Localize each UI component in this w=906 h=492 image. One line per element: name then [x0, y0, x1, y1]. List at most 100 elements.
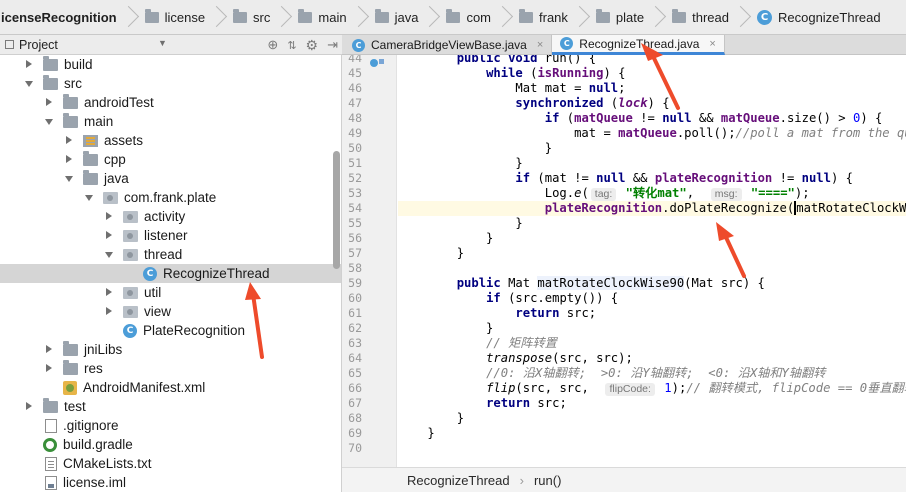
collapsed-arrow-icon[interactable] [44, 97, 54, 108]
code-line[interactable]: } [398, 156, 906, 171]
breadcrumb-item[interactable]: com [442, 0, 515, 34]
code-line[interactable]: if (src.empty()) { [398, 291, 906, 306]
code-line[interactable] [398, 441, 906, 456]
collapsed-arrow-icon[interactable] [44, 344, 54, 355]
code-editor[interactable]: public void run() { while (isRunning) { … [398, 55, 906, 467]
code-line[interactable]: //0: 沿X轴翻转; >0: 沿Y轴翻转; <0: 沿X轴和Y轴翻转 [398, 366, 906, 381]
code-line[interactable]: } [398, 246, 906, 261]
code-line[interactable]: public void run() { [398, 55, 906, 66]
tree-item-cmakelists-txt[interactable]: CMakeLists.txt [0, 454, 341, 473]
collapsed-arrow-icon[interactable] [24, 401, 34, 412]
code-line[interactable]: public Mat matRotateClockWise90(Mat src)… [398, 276, 906, 291]
code-line[interactable]: } [398, 321, 906, 336]
breadcrumb-item[interactable]: plate [592, 0, 668, 34]
close-tab-icon[interactable]: × [537, 39, 543, 51]
expanded-arrow-icon[interactable] [104, 250, 114, 260]
tree-item-build-gradle[interactable]: build.gradle [0, 435, 341, 454]
tree-item-recognizethread[interactable]: C RecognizeThread [0, 264, 341, 283]
tree-item-listener[interactable]: listener [0, 226, 341, 245]
code-line[interactable]: Mat mat = null; [398, 81, 906, 96]
expanded-arrow-icon[interactable] [84, 193, 94, 203]
tree-item-androidmanifest-xml[interactable]: AndroidManifest.xml [0, 378, 341, 397]
line-number: 54 [348, 201, 362, 215]
collapsed-arrow-icon[interactable] [104, 306, 114, 317]
code-line[interactable]: plateRecognition.doPlateRecognize(matRot… [398, 201, 906, 216]
code-line[interactable]: if (mat != null && plateRecognition != n… [398, 171, 906, 186]
status-method-name[interactable]: run() [534, 473, 561, 488]
code-line[interactable]: transpose(src, src); [398, 351, 906, 366]
collapsed-arrow-icon[interactable] [64, 154, 74, 165]
project-view-icon[interactable] [5, 40, 14, 49]
tree-item-build[interactable]: build [0, 55, 341, 74]
code-line[interactable]: } [398, 426, 906, 441]
tree-item-thread[interactable]: thread [0, 245, 341, 264]
folder-icon [374, 8, 389, 23]
tree-item-jnilibs[interactable]: jniLibs [0, 340, 341, 359]
breadcrumb-item[interactable]: icenseRecognition [0, 0, 141, 34]
tree-item-gitignore[interactable]: .gitignore [0, 416, 341, 435]
breadcrumb-item[interactable]: C RecognizeThread [753, 0, 887, 34]
gear-icon[interactable]: ⚙ [306, 37, 319, 54]
tree-item-platerecognition[interactable]: C PlateRecognition [0, 321, 341, 340]
package-icon [123, 229, 138, 242]
code-line[interactable] [398, 261, 906, 276]
collapsed-arrow-icon[interactable] [44, 363, 54, 374]
close-tab-icon[interactable]: × [709, 38, 715, 50]
tree-item-main[interactable]: main [0, 112, 341, 131]
code-line[interactable]: return src; [398, 396, 906, 411]
line-number: 62 [348, 321, 362, 335]
tree-scrollbar[interactable] [333, 151, 340, 269]
code-line[interactable]: } [398, 231, 906, 246]
folder-icon [63, 340, 78, 356]
tree-item-androidtest[interactable]: androidTest [0, 93, 341, 112]
line-number: 69 [348, 426, 362, 440]
locate-icon[interactable]: ⊕ [267, 37, 278, 53]
collapsed-arrow-icon[interactable] [104, 287, 114, 298]
tree-item-com-frank-plate[interactable]: com.frank.plate [0, 188, 341, 207]
tree-item-src[interactable]: src [0, 74, 341, 93]
breadcrumb-item[interactable]: frank [515, 0, 592, 34]
minimize-icon[interactable]: ⇥ [327, 37, 338, 53]
breadcrumb-item[interactable]: main [294, 0, 370, 34]
tree-item-assets[interactable]: assets [0, 131, 341, 150]
collapsed-arrow-icon[interactable] [24, 59, 34, 70]
collapsed-arrow-icon[interactable] [64, 135, 74, 146]
code-line[interactable]: } [398, 216, 906, 231]
code-line[interactable]: flip(src, src, flipCode: 1);// 翻转模式, fli… [398, 381, 906, 396]
code-line[interactable]: mat = matQueue.poll();//poll a mat from … [398, 126, 906, 141]
tree-item-test[interactable]: test [0, 397, 341, 416]
status-class-name[interactable]: RecognizeThread [407, 473, 510, 488]
tree-item-res[interactable]: res [0, 359, 341, 378]
breadcrumb-item[interactable]: thread [668, 0, 753, 34]
text-file-icon [45, 456, 57, 471]
tree-item-label: activity [144, 209, 186, 224]
breadcrumb-item[interactable]: license [141, 0, 229, 34]
chevron-down-icon[interactable]: ▼ [158, 38, 167, 48]
editor-tab[interactable]: C RecognizeThread.java × [552, 35, 725, 55]
code-line[interactable]: synchronized (lock) { [398, 96, 906, 111]
code-line[interactable]: Log.e(tag: "转化mat", msg: "===="); [398, 186, 906, 201]
tree-item-activity[interactable]: activity [0, 207, 341, 226]
code-line[interactable]: return src; [398, 306, 906, 321]
expanded-arrow-icon[interactable] [64, 174, 74, 184]
expanded-arrow-icon[interactable] [24, 79, 34, 89]
collapse-all-icon[interactable]: ⇅ [287, 39, 296, 52]
tree-item-view[interactable]: view [0, 302, 341, 321]
code-line[interactable]: if (matQueue != null && matQueue.size() … [398, 111, 906, 126]
collapsed-arrow-icon[interactable] [104, 230, 114, 241]
code-line[interactable]: // 矩阵转置 [398, 336, 906, 351]
code-line[interactable]: } [398, 411, 906, 426]
expanded-arrow-icon[interactable] [44, 117, 54, 127]
override-marker-icon[interactable] [370, 59, 378, 67]
editor-tab[interactable]: C CameraBridgeViewBase.java × [342, 35, 553, 55]
tree-item-license-iml[interactable]: license.iml [0, 473, 341, 492]
breadcrumb-item[interactable]: java [371, 0, 443, 34]
tree-item-java[interactable]: java [0, 169, 341, 188]
collapsed-arrow-icon[interactable] [104, 211, 114, 222]
tree-item-cpp[interactable]: cpp [0, 150, 341, 169]
project-view-selector[interactable]: Project [19, 38, 58, 52]
code-line[interactable]: while (isRunning) { [398, 66, 906, 81]
tree-item-util[interactable]: util [0, 283, 341, 302]
code-line[interactable]: } [398, 141, 906, 156]
breadcrumb-item[interactable]: src [229, 0, 294, 34]
